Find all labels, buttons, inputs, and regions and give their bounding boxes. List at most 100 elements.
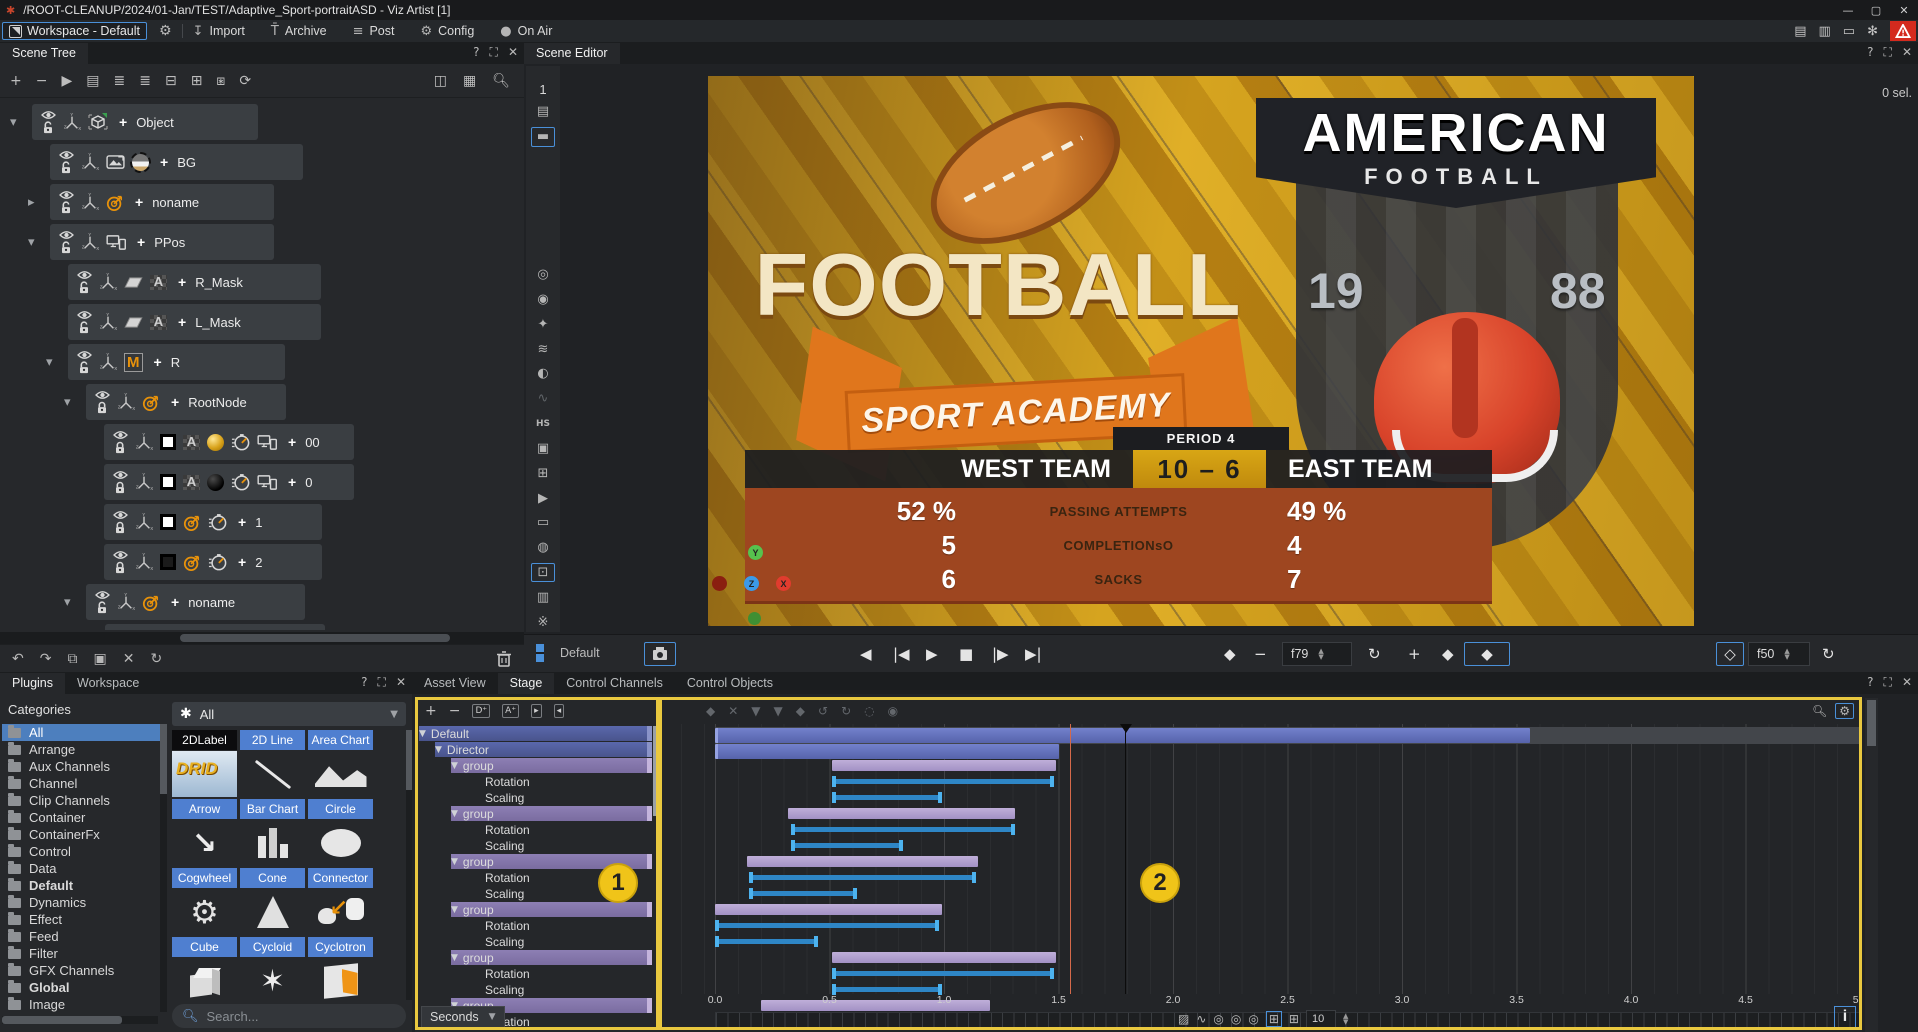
lock-closed-icon[interactable] xyxy=(114,561,126,574)
stage-row-scaling-13[interactable]: Scaling xyxy=(485,934,524,949)
step-forward-button[interactable]: |▶ xyxy=(992,642,1009,666)
tree-node-noname[interactable]: ▸ YZX+noname xyxy=(0,184,524,220)
step-back-button[interactable]: |◀ xyxy=(893,642,910,666)
refresh-icon[interactable]: ↻ xyxy=(1822,642,1835,666)
axis-z-handle[interactable]: Z xyxy=(744,576,759,591)
axis-x-handle[interactable]: X xyxy=(776,576,791,591)
fps-mode-icon[interactable]: ◇ xyxy=(1716,642,1744,666)
tab-stage[interactable]: Stage xyxy=(498,673,555,694)
key1-icon[interactable]: ◎ xyxy=(1213,1012,1223,1026)
lock-closed-icon[interactable] xyxy=(96,401,108,414)
add-icon[interactable]: + xyxy=(10,73,22,89)
chevron-down-icon[interactable]: ▾ xyxy=(10,115,17,130)
plus-box-icon[interactable]: ⊞ xyxy=(531,463,555,483)
path-dim-icon[interactable]: ∿ xyxy=(531,389,555,409)
tree-node-pill[interactable]: YZX+Object xyxy=(32,104,258,140)
plugin-tile-2d-line[interactable]: 2D Line xyxy=(240,730,305,797)
menu-item-config[interactable]: ⚙Config xyxy=(420,24,474,39)
plugin-tile-cone[interactable]: Cone xyxy=(240,868,305,935)
chevron-right-icon[interactable]: ▸ xyxy=(28,195,35,210)
tab-plugins[interactable]: Plugins xyxy=(0,673,65,694)
category-container[interactable]: Container xyxy=(2,809,160,826)
expand-icon[interactable]: ⛶ xyxy=(1884,675,1892,690)
add-child-icon[interactable]: + xyxy=(238,554,246,570)
copy-icon[interactable]: ⧉ xyxy=(67,651,77,667)
merge-left-icon[interactable]: ⊟ xyxy=(165,73,177,89)
timeline-bar-group-8[interactable] xyxy=(747,856,978,867)
plugin-tile-connector[interactable]: Connector↙ xyxy=(308,868,373,935)
frame-minus-button[interactable]: − xyxy=(1254,642,1267,666)
tree-node-PPos[interactable]: ▾YZX+PPos xyxy=(0,224,524,260)
help-icon[interactable]: ? xyxy=(361,675,367,690)
close-icon[interactable]: ✕ xyxy=(1902,675,1912,690)
stage-row-scaling-4[interactable]: Scaling xyxy=(485,790,524,805)
tree-node-pill[interactable]: YZX+PPos xyxy=(50,224,274,260)
collapse-triangle-icon[interactable]: ▼ xyxy=(419,729,426,739)
scene-tree-hscrollbar[interactable] xyxy=(0,632,524,644)
contrast-icon[interactable]: ◐ xyxy=(531,364,555,384)
lock-open-icon[interactable] xyxy=(78,361,90,374)
key-link-icon[interactable]: ◆ xyxy=(796,704,805,718)
lock-open-icon[interactable] xyxy=(60,161,72,174)
tree-node-00[interactable]: YZXA+00 xyxy=(0,424,524,460)
category-global[interactable]: Global xyxy=(2,979,160,996)
stage-row-scaling-10[interactable]: Scaling xyxy=(485,886,524,901)
plugin-tile-cycloid[interactable]: Cycloid✶ xyxy=(240,937,305,1000)
timeline-bar-channel-9[interactable] xyxy=(749,875,976,880)
category-gfx-channels[interactable]: GFX Channels xyxy=(2,962,160,979)
add-child-icon[interactable]: + xyxy=(154,354,162,370)
curve-icon[interactable]: ∿ xyxy=(1196,1012,1206,1026)
refresh-icon[interactable]: ⟳ xyxy=(239,73,251,89)
category-channel[interactable]: Channel xyxy=(2,775,160,792)
category-image[interactable]: Image xyxy=(2,996,160,1013)
tree-node-pill[interactable]: YZXM+R xyxy=(68,344,285,380)
menu-item-import[interactable]: ↧Import xyxy=(193,24,245,39)
category-dynamics[interactable]: Dynamics xyxy=(2,894,160,911)
timeline-bar-director-1[interactable] xyxy=(715,744,1059,759)
plugin-tile-2dlabel[interactable]: 2DLabelDRID xyxy=(172,730,237,797)
tree-node-pill[interactable]: YZX+noname xyxy=(50,184,274,220)
waveform-icon[interactable]: ▨ xyxy=(1178,1012,1189,1026)
close-icon[interactable]: ✕ xyxy=(1902,45,1912,60)
rotate-cw-icon[interactable]: ↻ xyxy=(841,704,851,718)
stage-row-rotation-15[interactable]: Rotation xyxy=(485,966,530,981)
plugin-tile-cyclotron[interactable]: Cyclotron xyxy=(308,937,373,1000)
filter-x-icon[interactable]: ▼ xyxy=(774,704,783,718)
eye-icon[interactable] xyxy=(95,590,110,600)
category-feed[interactable]: Feed xyxy=(2,928,160,945)
camera-icon[interactable]: ◎ xyxy=(531,265,555,285)
stage-row-rotation-6[interactable]: Rotation xyxy=(485,822,530,837)
director-add-icon[interactable]: D⁺ xyxy=(472,704,490,718)
chevron-down-icon[interactable]: ▾ xyxy=(64,595,71,610)
circle-open-icon[interactable]: ◌ xyxy=(864,704,874,718)
tree-node-pill[interactable]: YZX+RootNode xyxy=(86,384,286,420)
select-grid-icon[interactable]: ⊡ xyxy=(531,563,555,583)
collapse-triangle-icon[interactable]: ▼ xyxy=(451,953,458,963)
tree-node-pill[interactable]: YZX+2 xyxy=(104,544,322,580)
expand-icon[interactable]: ⛶ xyxy=(490,45,498,60)
timeline-bar-channel-15[interactable] xyxy=(832,971,1054,976)
director-in-icon[interactable]: ▸ xyxy=(531,704,542,718)
tree-node-R_Mask[interactable]: YZXA+R_Mask xyxy=(0,264,524,300)
bulb-icon[interactable]: ◍ xyxy=(531,538,555,558)
tree-node-pill[interactable]: YZXA+R_Mask xyxy=(68,264,321,300)
rect-icon[interactable]: ▭ xyxy=(531,513,555,533)
cycle-icon[interactable]: ↻ xyxy=(150,651,162,667)
tree-node-2[interactable]: YZX+2 xyxy=(0,544,524,580)
add-child-icon[interactable]: + xyxy=(135,194,143,210)
eye-icon[interactable] xyxy=(59,230,74,240)
lock-open-icon[interactable] xyxy=(60,241,72,254)
remove-icon[interactable]: − xyxy=(36,73,48,89)
play-box-icon[interactable]: ▶ xyxy=(531,488,555,508)
plugin-tile-cogwheel[interactable]: Cogwheel⚙ xyxy=(172,868,237,935)
tab-scene-editor[interactable]: Scene Editor xyxy=(524,43,620,64)
filter-icon[interactable]: ▼ xyxy=(751,704,760,718)
search-icon[interactable]: 🔍︎ xyxy=(1812,704,1827,718)
stage-row-default-0[interactable]: ▼Default xyxy=(419,726,652,741)
chart-bars-icon[interactable]: ▥ xyxy=(531,587,555,607)
keyframe-next-icon[interactable]: ◆ xyxy=(1442,642,1454,666)
menu-item-post[interactable]: ≡Post xyxy=(353,24,395,39)
tree-node-RootNode[interactable]: ▾YZX+RootNode xyxy=(0,384,524,420)
timeline-bar-channel-10[interactable] xyxy=(749,891,857,896)
sliders-icon[interactable]: ≋ xyxy=(531,339,555,359)
